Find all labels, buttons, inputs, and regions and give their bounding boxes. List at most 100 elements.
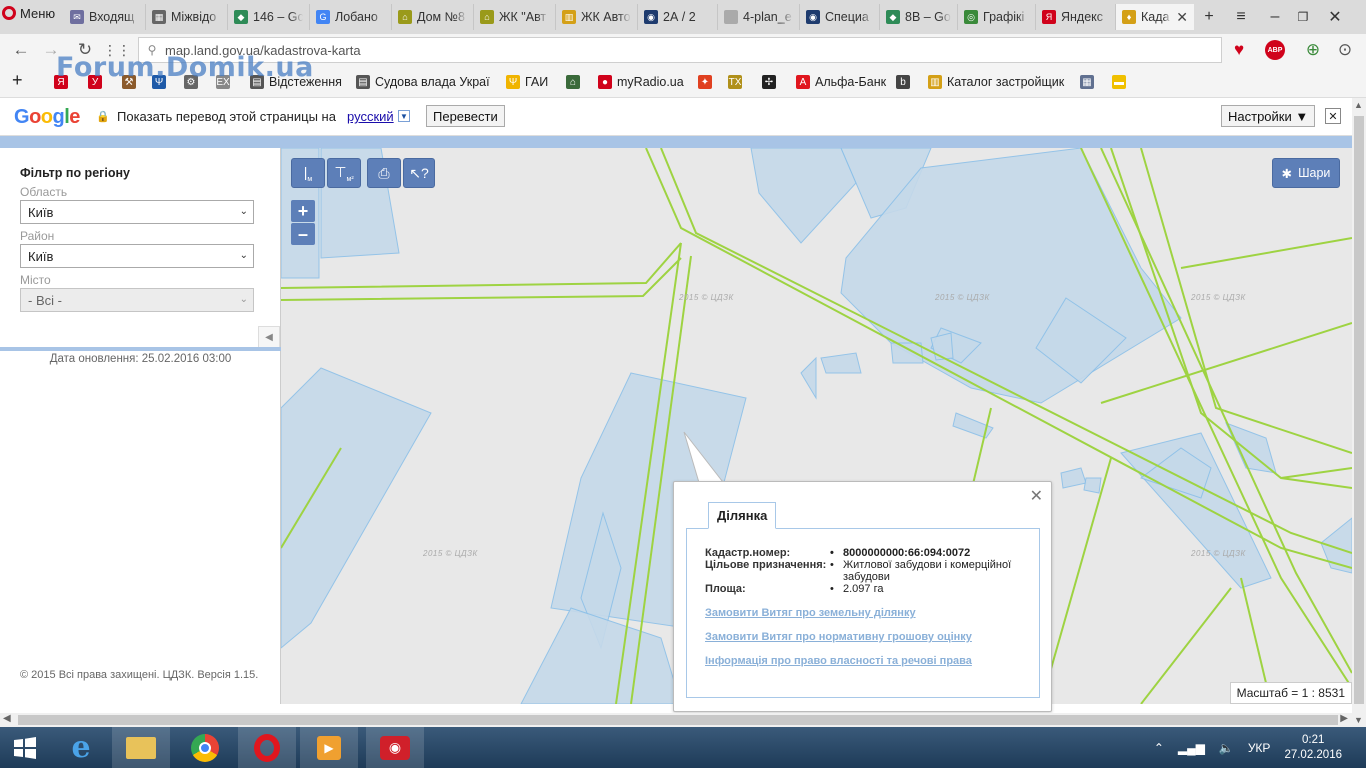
- land-parcel[interactable]: [1320, 517, 1352, 574]
- tab-title: Лобано: [335, 10, 378, 24]
- identify-button[interactable]: ↖?: [403, 158, 435, 188]
- volume-icon[interactable]: 🔈: [1219, 741, 1234, 755]
- taskbar-explorer[interactable]: [112, 727, 170, 768]
- tab-10[interactable]: ◉ Специа: [800, 4, 880, 30]
- tab-3[interactable]: ◆ 146 – Gc: [228, 4, 310, 30]
- bookmark-18[interactable]: ▦: [1080, 73, 1094, 91]
- clock[interactable]: 0:21 27.02.2016: [1284, 733, 1342, 763]
- tab-13[interactable]: Я Яндекс: [1036, 4, 1116, 30]
- zoom-out-button[interactable]: –: [291, 223, 315, 245]
- account-icon[interactable]: ⊙: [1332, 38, 1358, 62]
- network-icon[interactable]: ▂▄▆: [1178, 741, 1205, 755]
- adblock-icon[interactable]: ABP: [1262, 38, 1288, 62]
- tab-1[interactable]: ✉ Входящ: [64, 4, 146, 30]
- add-bookmark-icon[interactable]: +: [12, 70, 23, 90]
- dropdown-arrow-icon[interactable]: ▼: [398, 110, 410, 122]
- bookmark-15[interactable]: A Альфа-Банк: [796, 73, 886, 91]
- land-parcel[interactable]: [820, 352, 862, 374]
- minimize-icon[interactable]: –: [1262, 4, 1288, 30]
- bookmark-9[interactable]: Ψ ГАИ: [506, 73, 548, 91]
- filter-title: Фільтр по регіону: [20, 166, 130, 180]
- raion-select[interactable]: Київ ⌄: [20, 244, 254, 268]
- measure-area-button[interactable]: ⊤м²: [327, 158, 361, 188]
- tile-watermark: 2015 © ЦДЗК: [423, 549, 478, 558]
- land-parcel[interactable]: [800, 356, 817, 400]
- tab-9[interactable]: 4-plan_e: [718, 4, 800, 30]
- tile-watermark: 2015 © ЦДЗК: [679, 293, 734, 302]
- close-tab-icon[interactable]: ✕: [1176, 9, 1188, 26]
- scroll-thumb[interactable]: [1354, 116, 1364, 704]
- bookmark-19[interactable]: ▬: [1112, 73, 1126, 91]
- taskbar-opera[interactable]: [238, 727, 296, 768]
- tab-menu-icon[interactable]: ≡: [1228, 4, 1254, 30]
- scroll-right-icon[interactable]: ▶: [1340, 713, 1348, 724]
- back-arrow-icon[interactable]: ←: [8, 38, 34, 62]
- close-translate-icon[interactable]: ✕: [1325, 108, 1341, 124]
- heart-icon[interactable]: ♥: [1226, 38, 1252, 62]
- taskbar-ie[interactable]: e: [52, 727, 110, 768]
- new-tab-icon[interactable]: +: [1196, 4, 1222, 30]
- bookmark-16[interactable]: b: [896, 73, 910, 91]
- scroll-thumb[interactable]: [18, 715, 1338, 725]
- opera-menu-button[interactable]: Меню: [0, 0, 62, 26]
- order-extract-link[interactable]: Замовити Витяг про земельну ділянку: [705, 607, 916, 619]
- tab-2[interactable]: ▦ Міжвідо: [146, 4, 228, 30]
- translate-button[interactable]: Перевести: [426, 105, 505, 127]
- scroll-down-icon[interactable]: ▼: [1354, 715, 1363, 725]
- taskbar-media-player[interactable]: ▶: [300, 727, 358, 768]
- bookmark-13[interactable]: TX: [728, 73, 742, 91]
- alfa-icon: A: [796, 75, 810, 89]
- scroll-left-icon[interactable]: ◀: [3, 713, 11, 724]
- land-parcel[interactable]: [750, 148, 857, 244]
- print-button[interactable]: ⎙: [367, 158, 401, 188]
- bookmark-label: myRadio.ua: [617, 75, 684, 89]
- input-language[interactable]: УКР: [1248, 741, 1271, 755]
- oblast-select[interactable]: Київ ⌄: [20, 200, 254, 224]
- collapse-panel-button[interactable]: ◀: [258, 326, 280, 348]
- tab-12[interactable]: ◎ Графікі: [958, 4, 1036, 30]
- tab-4[interactable]: G Лобано: [310, 4, 392, 30]
- translate-settings-button[interactable]: Настройки ▼: [1221, 105, 1316, 127]
- layers-button[interactable]: ✱ Шари: [1272, 158, 1340, 188]
- language-select[interactable]: русский: [347, 109, 394, 124]
- tab-6[interactable]: ⌂ ЖК "Авт: [474, 4, 556, 30]
- scroll-up-icon[interactable]: ▲: [1354, 100, 1363, 110]
- land-parcel[interactable]: [281, 367, 432, 649]
- order-valuation-link[interactable]: Замовити Витяг про нормативну грошову оц…: [705, 631, 972, 643]
- tab-favicon-icon: ▦: [152, 10, 166, 24]
- misto-select[interactable]: - Всі - ⌄: [20, 288, 254, 312]
- tab-8[interactable]: ◉ 2А / 2: [638, 4, 718, 30]
- tab-11[interactable]: ◆ 8В – Goc: [880, 4, 958, 30]
- bookmark-10[interactable]: ⌂: [566, 73, 580, 91]
- close-icon[interactable]: ✕: [1030, 486, 1043, 506]
- tab-7[interactable]: ▥ ЖК Авто: [556, 4, 638, 30]
- windows-logo-icon: [14, 736, 36, 759]
- tab-title: Графікі: [983, 10, 1025, 24]
- zoom-in-button[interactable]: +: [291, 200, 315, 222]
- popup-body: Кадастр.номер: 8000000000:66:094:0072 Ці…: [686, 528, 1040, 698]
- bookmark-8[interactable]: ▤ Судова влада Украї: [356, 73, 490, 91]
- vertical-scrollbar[interactable]: ▲ ▼: [1352, 98, 1366, 727]
- tab-favicon-icon: ⌂: [398, 10, 412, 24]
- taskbar-recorder[interactable]: ◉: [366, 727, 424, 768]
- close-window-icon[interactable]: ✕: [1322, 4, 1348, 30]
- tray-chevron-icon[interactable]: ⌃: [1154, 741, 1164, 755]
- restore-icon[interactable]: ❐: [1290, 4, 1316, 30]
- tab-favicon-icon: ◎: [964, 10, 978, 24]
- horizontal-scrollbar[interactable]: ◀ ▶: [0, 713, 1352, 727]
- land-parcel[interactable]: [1083, 477, 1102, 494]
- ownership-info-link[interactable]: Інформація про право власності та речові…: [705, 655, 972, 667]
- start-button[interactable]: [0, 727, 50, 768]
- bookmark-17[interactable]: ▥ Каталог застройщик: [928, 73, 1064, 91]
- land-parcel[interactable]: [1225, 422, 1277, 474]
- bookmark-11[interactable]: ● myRadio.ua: [598, 73, 684, 91]
- download-icon[interactable]: ⊕: [1300, 38, 1326, 62]
- taskbar-chrome[interactable]: [176, 727, 234, 768]
- bookmark-12[interactable]: ✦: [698, 73, 712, 91]
- land-parcel[interactable]: [1060, 467, 1087, 489]
- measure-length-button[interactable]: |м: [291, 158, 325, 188]
- tab-14[interactable]: ♦ Када ✕: [1116, 4, 1194, 30]
- tab-5[interactable]: ⌂ Дом №8: [392, 4, 474, 30]
- bookmark-14[interactable]: ✢: [762, 73, 776, 91]
- tab-parcel[interactable]: Ділянка: [708, 502, 777, 529]
